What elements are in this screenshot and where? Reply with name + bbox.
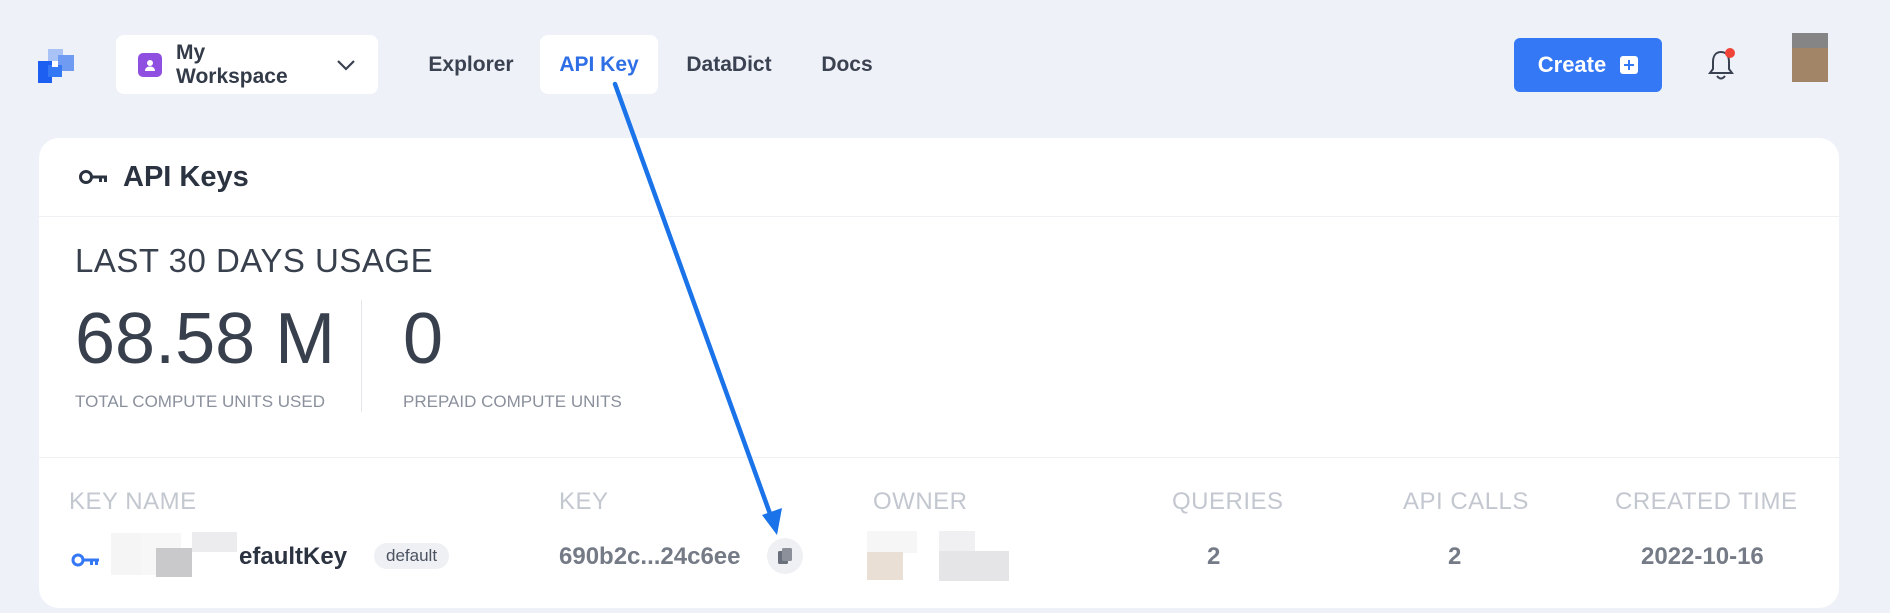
- copy-icon: [778, 548, 792, 564]
- plus-icon: [1620, 56, 1639, 74]
- nav-docs[interactable]: Docs: [808, 35, 886, 94]
- redacted-block: [111, 533, 141, 575]
- api-key-value: 690b2c...24c6ee: [559, 543, 741, 570]
- key-icon: [79, 170, 107, 184]
- total-compute-label: TOTAL COMPUTE UNITS USED: [75, 392, 325, 411]
- col-header-queries: QUERIES: [1172, 488, 1284, 515]
- copy-button[interactable]: [767, 538, 803, 574]
- card-header: API Keys: [39, 138, 1839, 217]
- card-title: API Keys: [123, 160, 249, 193]
- owner-redacted: [867, 531, 917, 553]
- total-compute-value: 68.58 M: [75, 299, 336, 379]
- workspace-selector[interactable]: My Workspace: [116, 35, 378, 94]
- nav-explorer[interactable]: Explorer: [418, 35, 524, 94]
- usage-title: LAST 30 DAYS USAGE: [75, 242, 434, 279]
- create-label: Create: [1537, 52, 1607, 77]
- redacted-block: [156, 548, 192, 577]
- owner-redacted: [939, 551, 1009, 581]
- redacted-block: [192, 532, 237, 552]
- stats-divider: [361, 300, 362, 412]
- col-header-api-calls: API CALLS: [1403, 488, 1529, 515]
- workspace-name: My Workspace: [176, 40, 288, 88]
- default-badge: default: [374, 543, 450, 569]
- workspace-icon: [138, 52, 162, 77]
- col-header-key: KEY: [559, 488, 609, 515]
- key-icon: [71, 553, 99, 567]
- nav-api-key[interactable]: API Key: [540, 35, 658, 94]
- created-time-value: 2022-10-16: [1641, 543, 1764, 570]
- avatar[interactable]: [1792, 33, 1828, 82]
- api-keys-card: API Keys LAST 30 DAYS USAGE 68.58 M TOTA…: [39, 138, 1839, 608]
- col-header-owner: OWNER: [873, 488, 968, 515]
- bell-icon[interactable]: [1706, 48, 1736, 82]
- prepaid-compute-label: PREPAID COMPUTE UNITS: [403, 392, 622, 411]
- section-divider: [39, 457, 1839, 458]
- prepaid-compute-value: 0: [403, 299, 444, 379]
- key-name[interactable]: efaultKey: [239, 543, 347, 571]
- app-logo[interactable]: [38, 49, 74, 83]
- queries-value: 2: [1207, 543, 1221, 570]
- owner-redacted: [939, 531, 975, 551]
- api-calls-value: 2: [1448, 543, 1462, 570]
- col-header-key-name: KEY NAME: [69, 488, 197, 515]
- col-header-created-time: CREATED TIME: [1615, 488, 1798, 515]
- chevron-down-icon: [337, 59, 355, 71]
- owner-redacted: [867, 552, 903, 580]
- create-button[interactable]: Create: [1514, 38, 1662, 92]
- nav-datadict[interactable]: DataDict: [676, 35, 782, 94]
- notification-dot: [1725, 48, 1735, 58]
